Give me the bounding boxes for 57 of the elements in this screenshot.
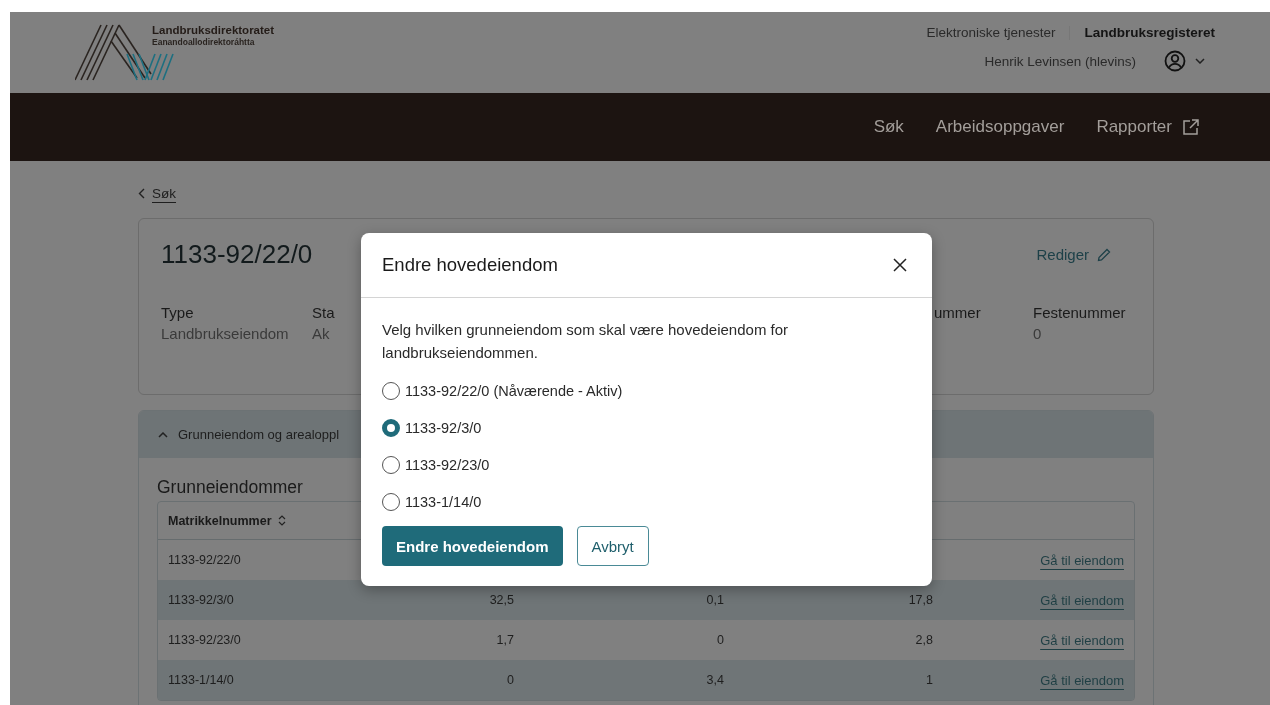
property-link[interactable]: Gå til eiendom <box>1040 632 1124 648</box>
property-link[interactable]: Gå til eiendom <box>1040 592 1124 608</box>
table-cell: 1133-92/23/0 <box>168 633 241 647</box>
table-cell: 1,7 <box>496 633 514 647</box>
table-cell: 1133-92/3/0 <box>168 593 234 607</box>
cancel-button[interactable]: Avbryt <box>576 526 649 566</box>
header-link[interactable]: Elektroniske tjenester <box>926 25 1056 40</box>
dialog-title: Endre hovedeiendom <box>382 254 558 276</box>
edit-link[interactable]: Rediger <box>1036 246 1111 263</box>
property-title: 1133-92/22/0 <box>161 239 313 270</box>
radio-button[interactable] <box>382 418 400 437</box>
chevron-down-icon[interactable] <box>1195 58 1205 64</box>
table-cell: 3,4 <box>706 673 724 687</box>
radio-label: 1133-92/3/0 <box>405 419 482 436</box>
field-label: Festenummer <box>1033 304 1126 321</box>
logo-subtitle: Eanandoallodirektoráhtta <box>152 37 256 47</box>
nav-link[interactable]: Rapporter <box>1096 117 1200 137</box>
dialog-text: Velg hvilken grunneiendom som skal være hovedeiendom for landbrukseiendommen. <box>382 320 790 363</box>
table-title: Grunneiendommer <box>157 477 304 499</box>
table-cell: 0,1 <box>706 593 724 607</box>
radio-button[interactable] <box>382 381 400 400</box>
close-icon[interactable] <box>893 258 907 272</box>
table-cell: 17,8 <box>908 593 933 607</box>
header-link[interactable]: Landbruksregisteret <box>1084 25 1215 40</box>
external-link-icon <box>1182 118 1200 136</box>
field-label: Sta <box>312 304 335 321</box>
user-icon[interactable] <box>1164 50 1186 72</box>
field-label: ummer <box>934 304 981 321</box>
chevron-left-icon <box>138 187 145 199</box>
radio-button[interactable] <box>382 455 400 474</box>
nav-link[interactable]: Arbeidsoppgaver <box>935 117 1065 137</box>
table-cell: 2,8 <box>915 633 933 647</box>
user-name: Henrik Levinsen (hlevins) <box>984 53 1136 69</box>
nav-link[interactable]: Søk <box>873 117 904 137</box>
field-value: Ak <box>312 325 331 342</box>
table-cell: 0 <box>717 633 724 647</box>
radio-label: 1133-1/14/0 <box>405 493 482 510</box>
radio-label: 1133-92/22/0 (Nåværende - Aktiv) <box>405 382 623 399</box>
table-cell: 0 <box>507 673 514 687</box>
logo-title: Landbruksdirektoratet <box>152 24 275 36</box>
property-link[interactable]: Gå til eiendom <box>1040 672 1124 688</box>
radio-button[interactable] <box>382 492 400 511</box>
sort-icon <box>277 515 286 526</box>
table-cell: 1 <box>926 673 933 687</box>
field-label: Type <box>161 304 195 321</box>
property-link[interactable]: Gå til eiendom <box>1040 552 1124 568</box>
field-value: Landbrukseiendom <box>161 325 289 342</box>
table-cell: 32,5 <box>489 593 514 607</box>
back-link[interactable]: Søk <box>152 185 176 201</box>
field-value: 0 <box>1033 325 1043 342</box>
column-header[interactable]: Matrikkelnummer <box>168 513 286 528</box>
accordion-title: Grunneiendom og arealoppl <box>178 427 340 442</box>
table-cell: 1133-1/14/0 <box>168 673 234 687</box>
radio-label: 1133-92/23/0 <box>405 456 490 473</box>
table-cell: 1133-92/22/0 <box>168 553 241 567</box>
confirm-button[interactable]: Endre hovedeiendom <box>382 526 563 566</box>
pencil-icon <box>1097 247 1111 262</box>
